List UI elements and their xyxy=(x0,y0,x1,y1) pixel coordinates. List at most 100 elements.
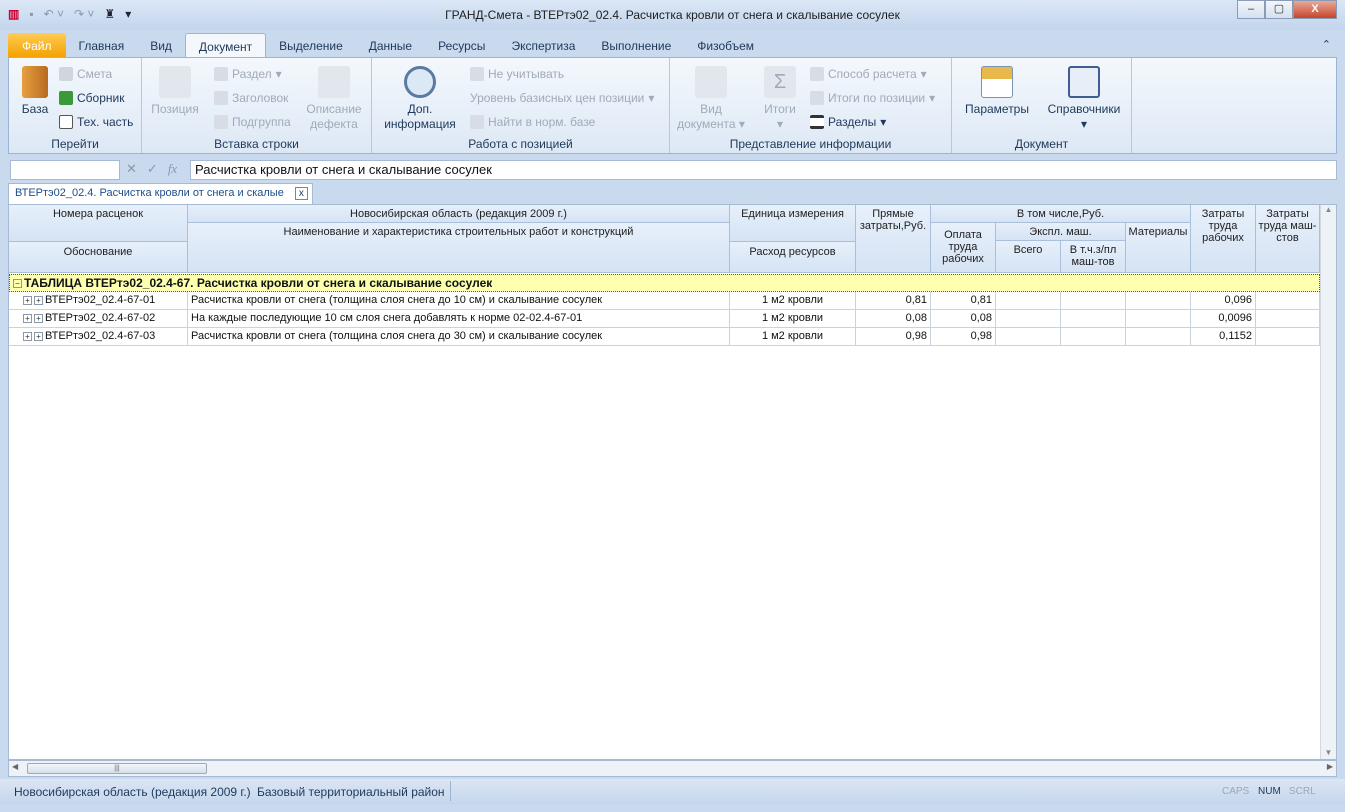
baza-button[interactable]: База xyxy=(15,66,55,117)
cell-labor-cost[interactable]: 0,0096 xyxy=(1191,310,1256,328)
razdel-button[interactable]: Раздел ▾ xyxy=(214,67,282,81)
cell-code[interactable]: + + ВТЕРтэ02_02.4-67-02 xyxy=(9,310,188,328)
cell-mach-cost[interactable] xyxy=(1256,328,1320,346)
tab-expertise[interactable]: Экспертиза xyxy=(498,33,588,57)
maximize-button[interactable]: ▢ xyxy=(1265,0,1293,19)
scroll-down-icon[interactable]: ▼ xyxy=(1321,748,1336,757)
confirm-icon[interactable]: ✓ xyxy=(147,161,158,177)
horizontal-scrollbar[interactable]: ◀ ||| ▶ xyxy=(8,760,1337,777)
cell-mach[interactable] xyxy=(996,292,1061,310)
sbornik-button[interactable]: Сборник xyxy=(59,91,124,105)
podgruppa-button[interactable]: Подгруппа xyxy=(214,115,291,129)
collapse-icon[interactable]: − xyxy=(13,279,22,289)
cell-mach-wage[interactable] xyxy=(1061,328,1126,346)
header-ed[interactable]: Единица измерения xyxy=(730,205,856,242)
smeta-button[interactable]: Смета xyxy=(59,67,112,81)
document-view-button[interactable]: Вид документа ▾ xyxy=(676,66,746,132)
expand-icon[interactable]: + xyxy=(23,313,32,323)
calc-method-dropdown[interactable]: Способ расчета ▾ xyxy=(810,67,927,81)
name-box[interactable] xyxy=(10,160,120,180)
header-region[interactable]: Новосибирская область (редакция 2009 г.) xyxy=(188,205,730,223)
scroll-thumb[interactable]: ||| xyxy=(27,763,207,774)
cell-mach[interactable] xyxy=(996,328,1061,346)
pozitsiya-button[interactable]: Позиция xyxy=(148,66,202,117)
tab-execution[interactable]: Выполнение xyxy=(588,33,684,57)
zagolovok-button[interactable]: Заголовок xyxy=(214,91,288,105)
expand-icon[interactable]: + xyxy=(23,331,32,341)
ignore-button[interactable]: Не учитывать xyxy=(470,67,564,81)
cell-mach[interactable] xyxy=(996,310,1061,328)
header-obosn[interactable]: Обоснование xyxy=(9,242,188,273)
header-zatr-mash[interactable]: Затраты труда маш-стов xyxy=(1256,205,1320,273)
cell-labor[interactable]: 0,81 xyxy=(931,292,996,310)
close-tab-icon[interactable]: x xyxy=(294,187,308,200)
cell-code[interactable]: + + ВТЕРтэ02_02.4-67-03 xyxy=(9,328,188,346)
header-vsego[interactable]: Всего xyxy=(996,241,1061,273)
cell-mach-wage[interactable] xyxy=(1061,310,1126,328)
cell-name[interactable]: Расчистка кровли от снега (толщина слоя … xyxy=(188,292,730,310)
totals-button[interactable]: Σ Итоги ▾ xyxy=(754,66,806,132)
header-materialy[interactable]: Материалы xyxy=(1126,223,1191,273)
expand-icon[interactable]: + xyxy=(34,331,43,341)
cell-materials[interactable] xyxy=(1126,310,1191,328)
cell-mach-cost[interactable] xyxy=(1256,292,1320,310)
header-ekspl[interactable]: Экспл. маш. xyxy=(996,223,1126,241)
cell-unit[interactable]: 1 м2 кровли xyxy=(730,328,856,346)
tab-physvolume[interactable]: Физобъем xyxy=(684,33,767,57)
cell-name[interactable]: Расчистка кровли от снега (толщина слоя … xyxy=(188,328,730,346)
sections-dropdown[interactable]: Разделы ▾ xyxy=(810,115,886,129)
defect-description-button[interactable]: Описание дефекта xyxy=(302,66,366,132)
header-vtch[interactable]: В т.ч.з/пл маш-тов xyxy=(1061,241,1126,273)
cell-direct[interactable]: 0,98 xyxy=(856,328,931,346)
formula-input[interactable]: Расчистка кровли от снега и скалывание с… xyxy=(190,160,1337,180)
cell-materials[interactable] xyxy=(1126,292,1191,310)
cell-labor-cost[interactable]: 0,1152 xyxy=(1191,328,1256,346)
vertical-scrollbar[interactable]: ▲ ▼ xyxy=(1320,205,1336,759)
parameters-button[interactable]: Параметры xyxy=(958,66,1036,117)
scroll-up-icon[interactable]: ▲ xyxy=(1321,205,1336,214)
scroll-left-icon[interactable]: ◀ xyxy=(12,762,18,771)
header-zatr-rab[interactable]: Затраты труда рабочих xyxy=(1191,205,1256,273)
document-tab[interactable]: ВТЕРтэ02_02.4. Расчистка кровли от снега… xyxy=(8,183,313,204)
header-pryamye[interactable]: Прямые затраты,Руб. xyxy=(856,205,931,273)
cell-labor-cost[interactable]: 0,096 xyxy=(1191,292,1256,310)
header-naim[interactable]: Наименование и характеристика строительн… xyxy=(188,223,730,273)
price-level-dropdown[interactable]: Уровень базисных цен позиции ▾ xyxy=(470,91,654,105)
find-in-base-button[interactable]: Найти в норм. базе xyxy=(470,115,595,129)
cell-direct[interactable]: 0,81 xyxy=(856,292,931,310)
expand-icon[interactable]: + xyxy=(23,295,32,305)
tab-document[interactable]: Документ xyxy=(184,33,267,57)
collapse-ribbon-icon[interactable]: ⌃ xyxy=(1322,38,1331,51)
position-totals-dropdown[interactable]: Итоги по позиции ▾ xyxy=(810,91,935,105)
cancel-icon[interactable]: ✕ xyxy=(126,161,137,177)
cell-direct[interactable]: 0,08 xyxy=(856,310,931,328)
tab-selection[interactable]: Выделение xyxy=(266,33,356,57)
cell-mach-wage[interactable] xyxy=(1061,292,1126,310)
header-nomera[interactable]: Номера расценок xyxy=(9,205,188,242)
function-icon[interactable]: fx xyxy=(168,161,177,177)
cell-unit[interactable]: 1 м2 кровли xyxy=(730,292,856,310)
tab-home[interactable]: Главная xyxy=(66,33,138,57)
cell-unit[interactable]: 1 м2 кровли xyxy=(730,310,856,328)
cell-labor[interactable]: 0,98 xyxy=(931,328,996,346)
header-vtom[interactable]: В том числе,Руб. xyxy=(931,205,1191,223)
tech-part-button[interactable]: Тех. часть xyxy=(59,115,133,129)
minimize-button[interactable]: – xyxy=(1237,0,1265,19)
header-oplata[interactable]: Оплата труда рабочих xyxy=(931,223,996,273)
close-button[interactable]: X xyxy=(1293,0,1337,19)
expand-icon[interactable]: + xyxy=(34,313,43,323)
expand-icon[interactable]: + xyxy=(34,295,43,305)
references-button[interactable]: Справочники ▾ xyxy=(1042,66,1126,132)
cell-materials[interactable] xyxy=(1126,328,1191,346)
group-row[interactable]: − ТАБЛИЦА ВТЕРтэ02_02.4-67. Расчистка кро… xyxy=(9,274,1320,292)
cell-code[interactable]: + + ВТЕРтэ02_02.4-67-01 xyxy=(9,292,188,310)
header-rashod[interactable]: Расход ресурсов xyxy=(730,242,856,273)
extra-info-button[interactable]: Доп. информация xyxy=(380,66,460,132)
tab-view[interactable]: Вид xyxy=(137,33,185,57)
cell-name[interactable]: На каждые последующие 10 см слоя снега д… xyxy=(188,310,730,328)
tab-data[interactable]: Данные xyxy=(356,33,425,57)
cell-labor[interactable]: 0,08 xyxy=(931,310,996,328)
tab-resources[interactable]: Ресурсы xyxy=(425,33,498,57)
scroll-right-icon[interactable]: ▶ xyxy=(1327,762,1333,771)
cell-mach-cost[interactable] xyxy=(1256,310,1320,328)
